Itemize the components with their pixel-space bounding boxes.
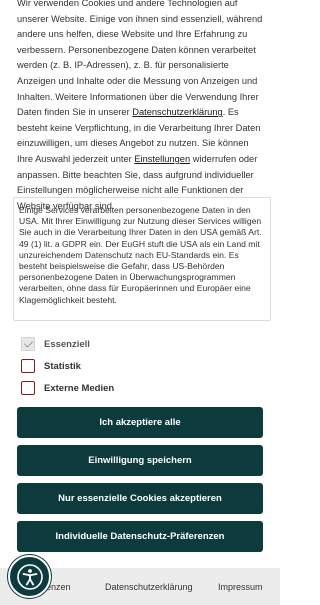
usa-data-notice: Einige Services verarbeiten personenbezo… — [13, 197, 271, 321]
settings-link[interactable]: Einstellungen — [134, 154, 190, 164]
checkbox-row-essential: Essenziell — [21, 333, 114, 355]
intro-text-part-1: Wir verwenden Cookies und andere Technol… — [17, 0, 263, 118]
accessibility-button[interactable] — [8, 555, 51, 598]
individual-privacy-preferences-button[interactable]: Individuelle Datenschutz-Präferenzen — [17, 521, 263, 552]
external-media-label[interactable]: Externe Medien — [44, 383, 114, 394]
footer-privacy-link[interactable]: Datenschutzerklärung — [105, 582, 193, 592]
essential-checkbox — [21, 337, 35, 351]
save-consent-button[interactable]: Einwilligung speichern — [17, 445, 263, 476]
checkbox-row-external-media[interactable]: Externe Medien — [21, 377, 114, 399]
accessibility-person-icon — [16, 563, 43, 590]
external-media-checkbox[interactable] — [21, 381, 35, 395]
accept-essential-only-button[interactable]: Nur essenzielle Cookies akzeptieren — [17, 483, 263, 514]
statistics-checkbox[interactable] — [21, 359, 35, 373]
privacy-policy-link[interactable]: Datenschutzerklärung — [132, 107, 222, 117]
accept-all-button[interactable]: Ich akzeptiere alle — [17, 407, 263, 438]
cookie-consent-panel: Wir verwenden Cookies und andere Technol… — [0, 0, 280, 568]
checkbox-row-statistics[interactable]: Statistik — [21, 355, 114, 377]
consent-intro-text: Wir verwenden Cookies und andere Technol… — [17, 0, 267, 214]
footer-imprint-link[interactable]: Impressum — [218, 582, 263, 592]
statistics-label[interactable]: Statistik — [44, 361, 81, 372]
essential-label: Essenziell — [44, 338, 90, 350]
consent-category-list: Essenziell Statistik Externe Medien — [21, 333, 114, 399]
